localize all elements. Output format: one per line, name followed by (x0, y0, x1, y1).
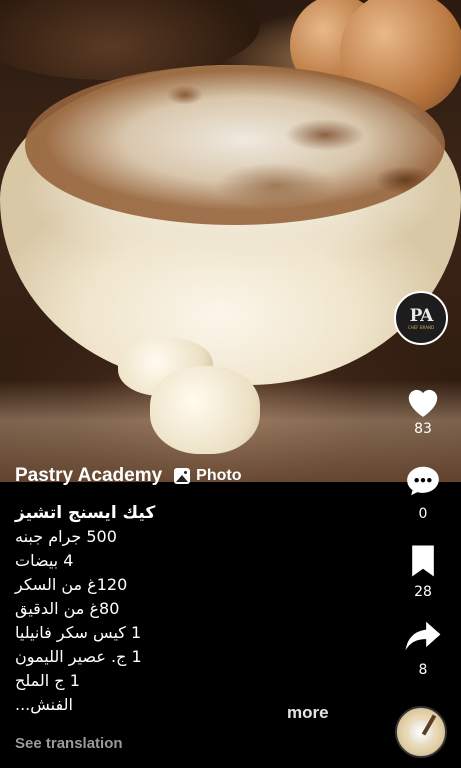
share-count: 8 (418, 662, 428, 678)
like-count: 83 (414, 421, 432, 437)
caption-line: 1 ج الملح (15, 671, 80, 690)
comment-action[interactable]: 0 (397, 462, 449, 522)
cake-crumb (150, 366, 260, 454)
author-row: Pastry Academy Photo (15, 465, 242, 487)
heart-icon[interactable] (404, 383, 442, 419)
avatar-sub-text: CHEF BRAND (407, 325, 435, 330)
caption-line: 1 ج. عصير الليمون (15, 647, 142, 666)
comment-icon[interactable] (404, 462, 442, 500)
post-type-label: Photo (196, 467, 242, 484)
share-icon[interactable] (404, 618, 442, 654)
cake-top-crust (25, 65, 445, 225)
avatar-logo-text: PA (409, 306, 434, 326)
author-name[interactable]: Pastry Academy (15, 465, 162, 487)
save-count: 28 (414, 584, 432, 600)
caption-line: 4 بيضات (15, 551, 74, 570)
like-action[interactable]: 83 (397, 383, 449, 437)
caption-line: 1 كيس سكر فانيليا (15, 623, 142, 642)
caption[interactable]: كيك ايسنج اتشيز 500 جرام جبنه 4 بيضات 12… (15, 501, 375, 717)
save-action[interactable]: 28 (397, 544, 449, 600)
caption-line: 80غ من الدقيق (15, 599, 120, 618)
see-translation-button[interactable]: See translation (15, 735, 123, 752)
caption-title: كيك ايسنج اتشيز (15, 503, 156, 523)
creator-avatar[interactable]: PA CHEF BRAND (394, 291, 448, 345)
photo-icon (174, 468, 191, 484)
caption-line: 500 جرام جبنه (15, 527, 117, 546)
post-type-badge: Photo (174, 467, 242, 485)
sound-disc[interactable] (395, 706, 447, 758)
more-button[interactable]: more (287, 703, 329, 723)
bookmark-icon[interactable] (408, 544, 438, 578)
caption-line: 120غ من السكر (15, 575, 128, 594)
comment-count: 0 (418, 506, 428, 522)
post-photo[interactable] (0, 0, 461, 482)
share-action[interactable]: 8 (397, 618, 449, 678)
